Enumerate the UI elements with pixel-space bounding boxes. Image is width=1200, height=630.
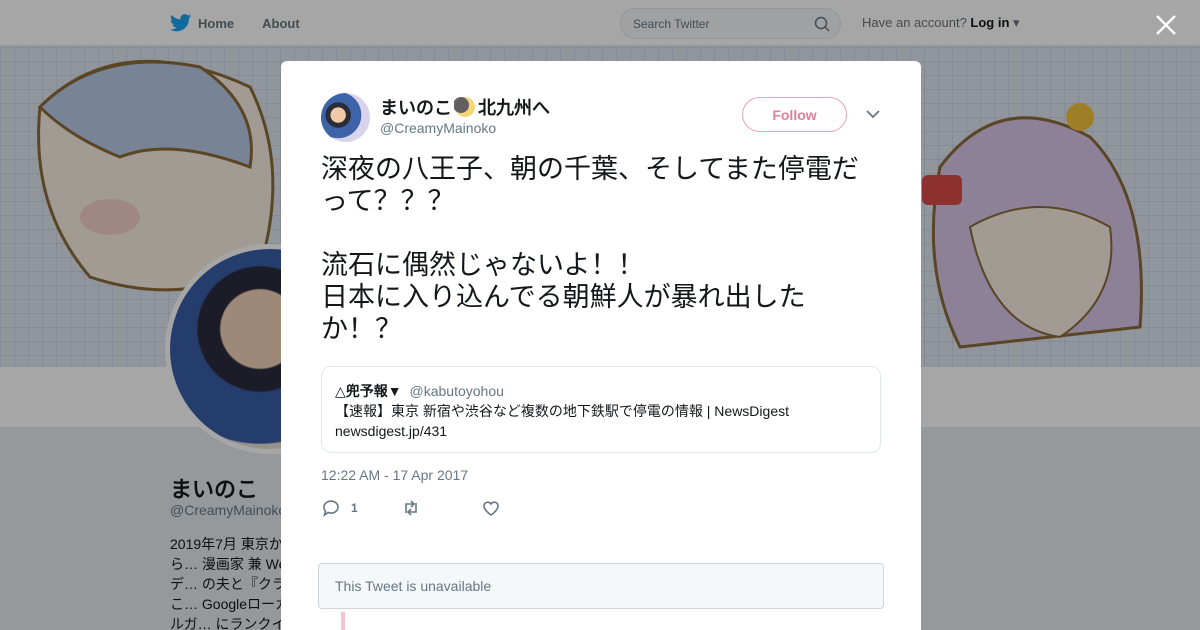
close-icon[interactable] [1153,12,1179,38]
follow-button[interactable]: Follow [742,97,847,132]
tweet-actions: 1 [321,498,561,518]
reply-count: 1 [351,501,358,515]
chevron-down-icon[interactable] [866,109,880,119]
author-name-text: まいのこ [380,98,452,118]
tweet-text: 深夜の八王子、朝の千葉、そしてまた停電だって？？？ 流石に偶然じゃないよ！！ 日… [321,154,859,344]
like-button[interactable] [481,498,561,518]
crescent-moon-icon [454,97,475,117]
unavailable-tweet-notice: This Tweet is unavailable [318,563,884,609]
heart-icon [483,501,499,516]
quote-text: 【速報】東京 新宿や渋谷など複数の地下鉄駅で停電の情報 | NewsDigest [335,403,789,419]
tweet-timestamp[interactable]: 12:22 AM - 17 Apr 2017 [321,467,468,483]
author-name[interactable]: まいのこ 北九州へ [380,94,550,120]
reply-button[interactable]: 1 [321,498,401,518]
quote-author-handle: @kabutoyohou [409,383,504,399]
tweet-modal: まいのこ 北九州へ @CreamyMainoko Follow 深夜の八王子、朝… [281,61,921,630]
quote-author-name: △兜予報▼ [335,383,402,399]
author-handle[interactable]: @CreamyMainoko [380,120,496,136]
author-name-suffix: 北九州へ [478,98,550,118]
quoted-tweet[interactable]: △兜予報▼ @kabutoyohou 【速報】東京 新宿や渋谷など複数の地下鉄駅… [321,366,881,453]
retweet-button[interactable] [401,498,481,518]
quote-author-row: △兜予報▼ @kabutoyohou [335,381,867,401]
retweet-icon [405,500,417,516]
reply-icon [323,500,339,517]
author-avatar[interactable] [321,93,370,142]
thread-connector-line [341,612,345,630]
quote-link[interactable]: newsdigest.jp/431 [335,421,867,441]
